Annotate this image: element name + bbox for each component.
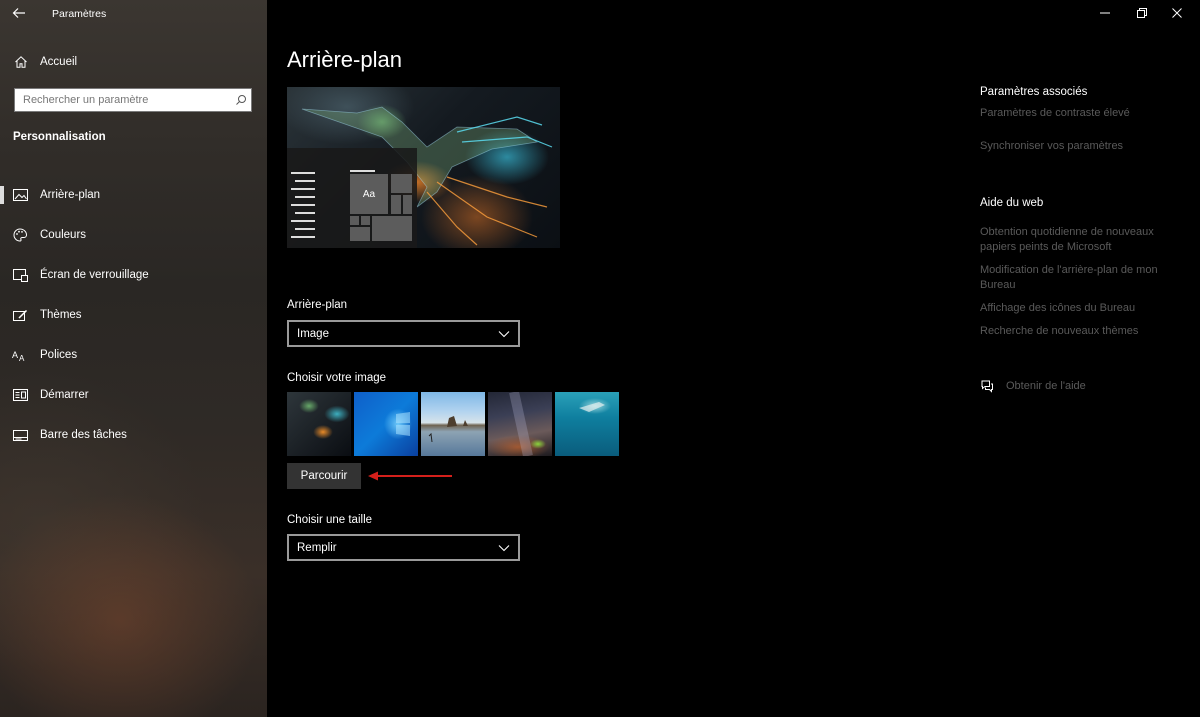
restore-icon: [1137, 7, 1147, 21]
related-settings: Paramètres associés Paramètres de contra…: [980, 86, 1180, 154]
preview-tile: [350, 227, 370, 241]
sidebar-item-label: Démarrer: [40, 389, 89, 401]
sidebar-item-demarrer[interactable]: Démarrer: [0, 375, 267, 415]
windows-logo-icon: [396, 412, 410, 436]
home-nav-item[interactable]: Accueil: [14, 52, 77, 72]
chevron-down-icon: [498, 545, 510, 552]
sidebar-nav: Arrière-plan Couleurs Écran de verrouill…: [0, 175, 267, 455]
link-modification-arriere-plan[interactable]: Modification de l'arrière-plan de mon Bu…: [980, 263, 1180, 293]
fonts-icon: AA: [12, 348, 28, 362]
sidebar-item-label: Polices: [40, 349, 78, 361]
image-thumb-beach-rocks[interactable]: [421, 392, 485, 456]
page-title: Arrière-plan: [287, 47, 402, 72]
sidebar-item-ecran-de-verrouillage[interactable]: Écran de verrouillage: [0, 255, 267, 295]
picture-icon: [12, 188, 28, 202]
palette-icon: [12, 228, 28, 242]
preview-tile-header: [350, 170, 375, 172]
web-help-title: Aide du web: [980, 197, 1044, 209]
sidebar-item-label: Thèmes: [40, 309, 82, 321]
sidebar-item-label: Couleurs: [40, 229, 87, 241]
link-synchroniser[interactable]: Synchroniser vos paramètres: [980, 139, 1180, 154]
preview-tile: [372, 216, 412, 241]
preview-font-tile: Aa: [350, 174, 388, 214]
link-icones-bureau[interactable]: Affichage des icônes du Bureau: [980, 301, 1180, 316]
related-settings-title: Paramètres associés: [980, 86, 1088, 98]
recent-images: [287, 390, 619, 458]
close-button[interactable]: [1154, 4, 1200, 24]
link-papiers-peints[interactable]: Obtention quotidienne de nouveaux papier…: [980, 225, 1180, 255]
app-title: Paramètres: [52, 8, 107, 20]
back-arrow-icon[interactable]: [12, 6, 30, 22]
image-thumb-underwater[interactable]: [555, 392, 619, 456]
sidebar-item-label: Écran de verrouillage: [40, 269, 149, 281]
close-icon: [1172, 7, 1182, 21]
swimmer-image: [579, 402, 605, 412]
preview-tile: [361, 216, 370, 225]
svg-text:A: A: [12, 350, 18, 360]
image-thumb-windows-default[interactable]: [354, 392, 418, 456]
desktop-preview: Aa: [287, 87, 560, 248]
search-icon[interactable]: [231, 90, 251, 110]
search-box: [14, 88, 252, 112]
rock-formations-image: [428, 416, 468, 443]
image-thumb-night-sky[interactable]: [488, 390, 552, 458]
svg-text:A: A: [19, 354, 25, 362]
sidebar-item-couleurs[interactable]: Couleurs: [0, 215, 267, 255]
sidebar-item-arriere-plan[interactable]: Arrière-plan: [0, 175, 267, 215]
preview-tile: [403, 195, 412, 214]
section-title: Personnalisation: [13, 131, 106, 143]
help-chat-icon: [981, 380, 993, 393]
background-type-value: Image: [297, 327, 329, 340]
taskbar-icon: [12, 428, 28, 442]
choose-image-label: Choisir votre image: [287, 372, 387, 384]
themes-brush-icon: [12, 308, 28, 322]
link-contraste-eleve[interactable]: Paramètres de contraste élevé: [980, 106, 1180, 121]
image-thumb-hummingbird[interactable]: [287, 392, 351, 456]
background-type-dropdown[interactable]: Image: [287, 320, 520, 347]
link-nouveaux-themes[interactable]: Recherche de nouveaux thèmes: [980, 324, 1180, 339]
preview-start-menu: Aa: [287, 148, 417, 248]
annotation-arrow: [368, 471, 452, 481]
home-label: Accueil: [40, 56, 78, 68]
sidebar-item-polices[interactable]: AA Polices: [0, 335, 267, 375]
preview-tile: [391, 195, 401, 214]
sidebar-item-label: Arrière-plan: [40, 189, 101, 201]
sidebar-item-barre-des-taches[interactable]: Barre des tâches: [0, 415, 267, 455]
sidebar-item-themes[interactable]: Thèmes: [0, 295, 267, 335]
fit-label: Choisir une taille: [287, 514, 373, 526]
get-help-label: Obtenir de l'aide: [1006, 380, 1086, 392]
lock-screen-icon: [12, 268, 28, 282]
search-input[interactable]: [15, 90, 231, 110]
get-help-link[interactable]: Obtenir de l'aide: [980, 379, 1086, 393]
preview-tile: [350, 216, 359, 225]
sidebar: Paramètres Accueil Personnalisation Arri…: [0, 0, 267, 717]
chevron-down-icon: [498, 331, 510, 338]
home-icon: [15, 56, 27, 68]
minimize-icon: [1100, 8, 1110, 21]
preview-tiles: Aa: [350, 174, 412, 248]
sidebar-item-label: Barre des tâches: [40, 429, 127, 441]
browse-button[interactable]: Parcourir: [287, 463, 361, 489]
fit-dropdown[interactable]: Remplir: [287, 534, 520, 561]
web-help: Aide du web Obtention quotidienne de nou…: [980, 197, 1180, 339]
background-type-label: Arrière-plan: [287, 299, 348, 311]
milky-way-image: [509, 390, 533, 458]
fit-value: Remplir: [297, 541, 337, 554]
start-menu-icon: [12, 388, 28, 402]
preview-app-list: [291, 172, 316, 244]
preview-tile: [391, 174, 412, 193]
